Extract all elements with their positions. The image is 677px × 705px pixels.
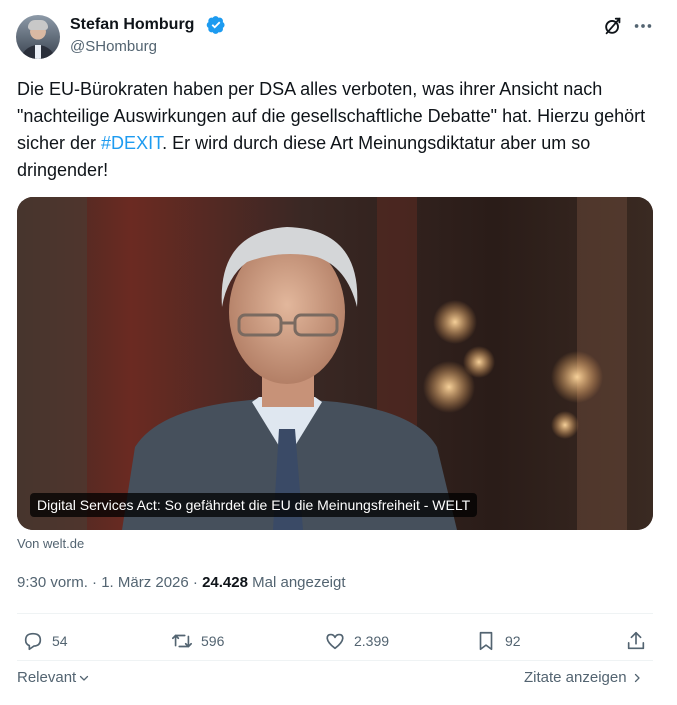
like-button[interactable]: 2.399: [324, 628, 389, 654]
chevron-down-icon: [80, 675, 89, 681]
repost-icon: [172, 634, 192, 648]
share-icon: [627, 631, 645, 650]
view-quotes-link[interactable]: Zitate anzeigen: [524, 669, 643, 686]
grok-icon[interactable]: [602, 15, 624, 37]
author-name[interactable]: Stefan Homburg: [70, 16, 194, 34]
share-button[interactable]: [625, 628, 647, 654]
divider: [17, 660, 653, 661]
reply-button[interactable]: 54: [22, 628, 68, 654]
bookmark-button[interactable]: 92: [475, 628, 521, 654]
views-count: 24.428: [202, 574, 248, 591]
like-count: 2.399: [354, 633, 390, 649]
like-icon: [326, 633, 344, 650]
bookmark-count: 92: [505, 633, 521, 649]
bookmark-icon: [479, 631, 493, 651]
author-avatar[interactable]: [16, 15, 60, 59]
sort-dropdown[interactable]: Relevant: [17, 669, 90, 686]
divider: [17, 613, 653, 614]
link-card-caption[interactable]: Digital Services Act: So gefährdet die E…: [30, 493, 478, 517]
reply-count: 54: [52, 633, 68, 649]
chevron-right-icon: [634, 673, 640, 682]
link-card-image[interactable]: [17, 197, 653, 530]
author-handle[interactable]: @SHomburg: [70, 38, 157, 55]
hashtag-link[interactable]: #DEXIT: [101, 133, 162, 153]
link-source[interactable]: Von welt.de: [17, 536, 84, 551]
verified-badge-icon: [206, 16, 225, 34]
repost-count: 596: [201, 633, 225, 649]
reply-icon: [24, 632, 42, 651]
timestamp[interactable]: 9:30 vorm. · 1. März 2026 ·: [17, 574, 202, 591]
repost-button[interactable]: 596: [171, 628, 224, 654]
views-label: Mal angezeigt: [247, 574, 346, 591]
tweet-meta: 9:30 vorm. · 1. März 2026 · 24.428 Mal a…: [17, 574, 346, 591]
more-icon[interactable]: [632, 15, 654, 37]
sort-label: Relevant: [17, 669, 77, 686]
quotes-label: Zitate anzeigen: [524, 669, 627, 686]
tweet-text: Die EU-Bürokraten haben per DSA alles ve…: [17, 76, 647, 184]
